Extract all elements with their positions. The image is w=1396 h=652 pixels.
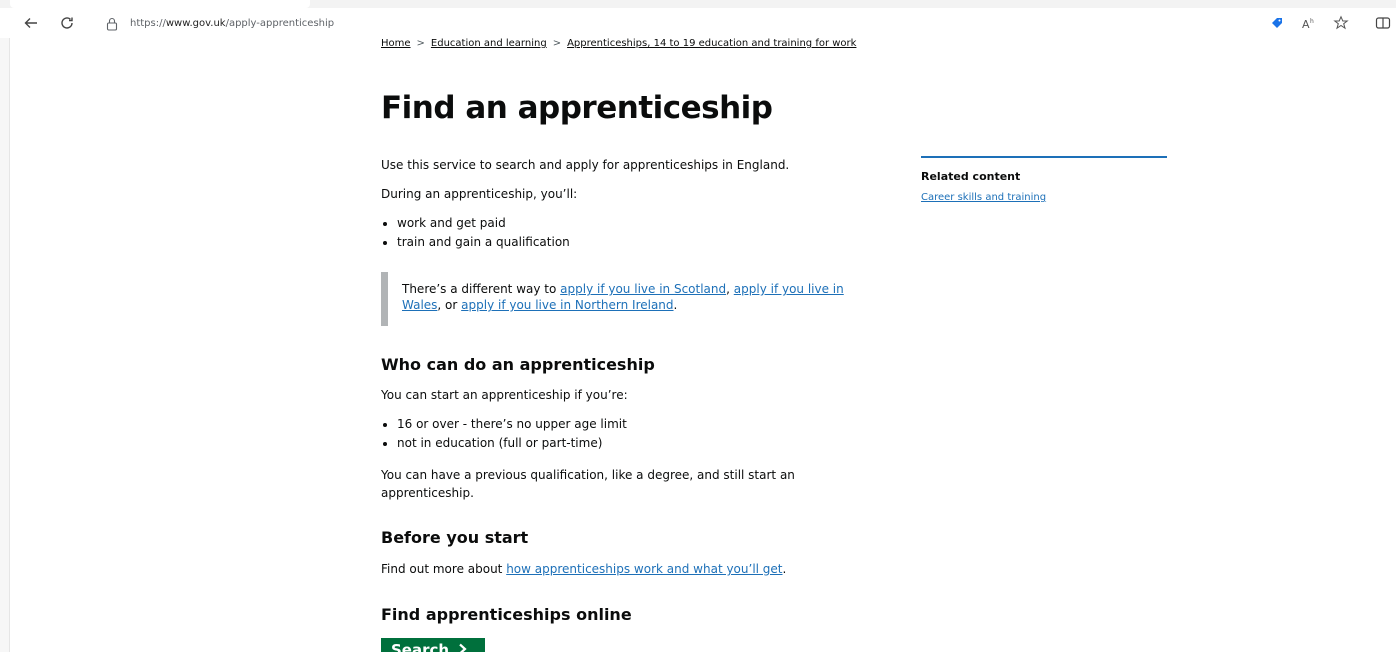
browser-side-rail bbox=[0, 38, 10, 652]
breadcrumb-separator: > bbox=[416, 38, 425, 49]
chevron-right-icon bbox=[457, 641, 469, 652]
related-content: Related content Career skills and traini… bbox=[921, 156, 1167, 203]
svg-text:A: A bbox=[1302, 18, 1310, 30]
who-heading: Who can do an apprenticeship bbox=[381, 355, 655, 374]
list-item: 16 or over - there’s no upper age limit bbox=[381, 415, 627, 434]
who-note-text: You can have a previous qualification, l… bbox=[381, 468, 795, 500]
scotland-link[interactable]: apply if you live in Scotland bbox=[560, 282, 726, 296]
wales-link-part2[interactable]: Wales bbox=[402, 298, 437, 312]
breadcrumb-education[interactable]: Education and learning bbox=[431, 38, 547, 49]
address-bar[interactable]: https://www.gov.uk/apply-apprenticeship bbox=[92, 13, 1332, 34]
refresh-icon[interactable] bbox=[56, 12, 78, 34]
career-skills-link[interactable]: Career skills and training bbox=[921, 192, 1167, 203]
during-list: work and get paid train and gain a quali… bbox=[381, 214, 570, 252]
browser-toolbar: https://www.gov.uk/apply-apprenticeship … bbox=[0, 8, 1396, 38]
svg-text:h: h bbox=[1310, 18, 1314, 25]
breadcrumb: Home > Education and learning > Apprenti… bbox=[381, 38, 856, 49]
list-item: train and gain a qualification bbox=[381, 233, 570, 252]
active-tab[interactable] bbox=[10, 0, 310, 8]
search-button-label: Search bbox=[391, 641, 450, 652]
breadcrumb-apprenticeships[interactable]: Apprenticeships, 14 to 19 education and … bbox=[567, 38, 856, 49]
northern-ireland-link[interactable]: apply if you live in Northern Ireland bbox=[461, 298, 673, 312]
who-list: 16 or over - there’s no upper age limit … bbox=[381, 415, 627, 453]
inset-text: There’s a different way to apply if you … bbox=[381, 272, 881, 326]
inset-line-1: There’s a different way to apply if you … bbox=[402, 282, 844, 296]
read-aloud-icon[interactable]: Ah bbox=[1298, 12, 1320, 34]
split-screen-icon[interactable] bbox=[1372, 12, 1394, 34]
url-path: /apply-apprenticeship bbox=[225, 18, 335, 29]
url-text[interactable]: https://www.gov.uk/apply-apprenticeship bbox=[130, 18, 334, 29]
list-item: not in education (full or part-time) bbox=[381, 434, 627, 453]
how-apprenticeships-work-link[interactable]: how apprenticeships work and what you’ll… bbox=[506, 562, 782, 576]
before-text: Find out more about how apprenticeships … bbox=[381, 562, 787, 576]
breadcrumb-separator: > bbox=[552, 38, 562, 49]
tab-strip bbox=[0, 0, 1396, 8]
list-item: work and get paid bbox=[381, 214, 570, 233]
who-lead-text: You can start an apprenticeship if you’r… bbox=[381, 388, 628, 402]
online-heading: Find apprenticeships online bbox=[381, 605, 632, 624]
wales-link-part1[interactable]: apply if you live in bbox=[734, 282, 844, 296]
during-lead-text: During an apprenticeship, you’ll: bbox=[381, 187, 578, 201]
lock-icon[interactable] bbox=[106, 17, 120, 31]
page-title: Find an apprenticeship bbox=[381, 90, 773, 126]
breadcrumb-home[interactable]: Home bbox=[381, 38, 411, 49]
inset-line-2: Wales, or apply if you live in Northern … bbox=[402, 298, 678, 312]
favorite-star-icon[interactable] bbox=[1330, 12, 1352, 34]
url-domain: www.gov.uk bbox=[165, 18, 226, 29]
back-icon[interactable] bbox=[20, 12, 42, 34]
extension-tag-icon[interactable] bbox=[1266, 12, 1288, 34]
related-heading: Related content bbox=[921, 170, 1021, 183]
intro-text: Use this service to search and apply for… bbox=[381, 158, 790, 172]
search-button[interactable]: Search bbox=[381, 638, 485, 652]
before-heading: Before you start bbox=[381, 528, 529, 547]
